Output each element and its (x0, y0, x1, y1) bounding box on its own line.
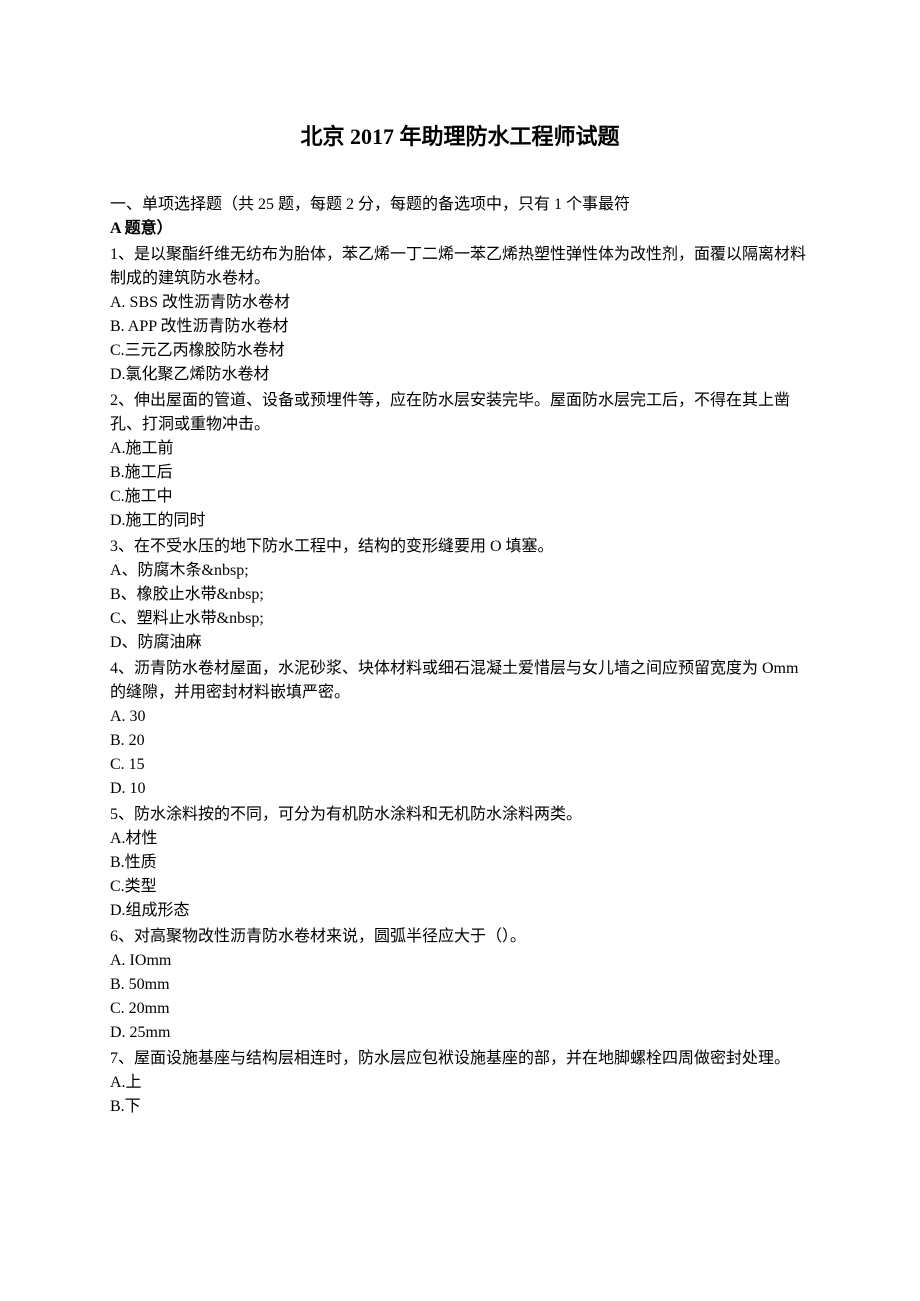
option-c: C. 15 (110, 753, 810, 777)
option-c: C.施工中 (110, 485, 810, 509)
option-b: B.施工后 (110, 461, 810, 485)
option-c: C. 20mm (110, 997, 810, 1021)
question-3: 3、在不受水压的地下防水工程中，结构的变形缝要用 O 填塞。 A、防腐木条&nb… (110, 535, 810, 655)
question-1: 1、是以聚酯纤维无纺布为胎体，苯乙烯一丁二烯一苯乙烯热塑性弹性体为改性剂，面覆以… (110, 243, 810, 387)
section-header-line-1: 一、单项选择题（共 25 题，每题 2 分，每题的备选项中，只有 1 个事最符 (110, 193, 810, 217)
option-b: B. 20 (110, 729, 810, 753)
document-page: 北京 2017 年助理防水工程师试题 一、单项选择题（共 25 题，每题 2 分… (0, 0, 920, 1301)
option-d: D. 10 (110, 777, 810, 801)
option-a: A.施工前 (110, 437, 810, 461)
option-c: C.三元乙丙橡胶防水卷材 (110, 339, 810, 363)
option-d: D. 25mm (110, 1021, 810, 1045)
option-d: D.施工的同时 (110, 509, 810, 533)
option-c: C、塑料止水带&nbsp; (110, 607, 810, 631)
option-a: A.上 (110, 1071, 810, 1095)
option-b: B.下 (110, 1095, 810, 1119)
section-header-line-2: A 题意） (110, 217, 810, 241)
question-7: 7、屋面设施基座与结构层相连时，防水层应包袱设施基座的部，并在地脚螺栓四周做密封… (110, 1047, 810, 1119)
question-text: 5、防水涂料按的不同，可分为有机防水涂料和无机防水涂料两类。 (110, 803, 810, 827)
document-title: 北京 2017 年助理防水工程师试题 (110, 120, 810, 153)
question-text: 1、是以聚酯纤维无纺布为胎体，苯乙烯一丁二烯一苯乙烯热塑性弹性体为改性剂，面覆以… (110, 243, 810, 291)
option-d: D、防腐油麻 (110, 631, 810, 655)
question-text: 2、伸出屋面的管道、设备或预埋件等，应在防水层安装完毕。屋面防水层完工后，不得在… (110, 389, 810, 437)
question-5: 5、防水涂料按的不同，可分为有机防水涂料和无机防水涂料两类。 A.材性 B.性质… (110, 803, 810, 923)
question-4: 4、沥青防水卷材屋面，水泥砂浆、块体材料或细石混凝土爱惜层与女儿墙之间应预留宽度… (110, 657, 810, 801)
option-a: A、防腐木条&nbsp; (110, 559, 810, 583)
option-a: A. SBS 改性沥青防水卷材 (110, 291, 810, 315)
option-d: D.氯化聚乙烯防水卷材 (110, 363, 810, 387)
question-2: 2、伸出屋面的管道、设备或预埋件等，应在防水层安装完毕。屋面防水层完工后，不得在… (110, 389, 810, 533)
question-text: 3、在不受水压的地下防水工程中，结构的变形缝要用 O 填塞。 (110, 535, 810, 559)
question-text: 7、屋面设施基座与结构层相连时，防水层应包袱设施基座的部，并在地脚螺栓四周做密封… (110, 1047, 810, 1071)
question-text: 4、沥青防水卷材屋面，水泥砂浆、块体材料或细石混凝土爱惜层与女儿墙之间应预留宽度… (110, 657, 810, 705)
option-b: B、橡胶止水带&nbsp; (110, 583, 810, 607)
option-a: A. 30 (110, 705, 810, 729)
option-c: C.类型 (110, 875, 810, 899)
option-d: D.组成形态 (110, 899, 810, 923)
option-a: A.材性 (110, 827, 810, 851)
option-b: B. 50mm (110, 973, 810, 997)
question-6: 6、对高聚物改性沥青防水卷材来说，圆弧半径应大于（）。 A. IOmm B. 5… (110, 925, 810, 1045)
option-a: A. IOmm (110, 949, 810, 973)
option-b: B.性质 (110, 851, 810, 875)
question-text: 6、对高聚物改性沥青防水卷材来说，圆弧半径应大于（）。 (110, 925, 810, 949)
option-b: B. APP 改性沥青防水卷材 (110, 315, 810, 339)
section-header: 一、单项选择题（共 25 题，每题 2 分，每题的备选项中，只有 1 个事最符 … (110, 193, 810, 241)
